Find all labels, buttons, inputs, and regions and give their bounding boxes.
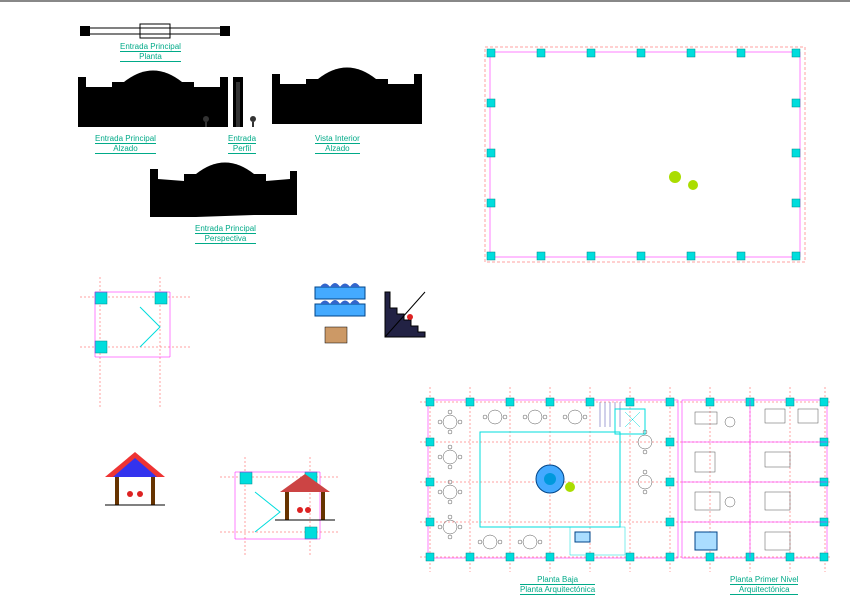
- entrance-perspective: [150, 157, 300, 222]
- entrance-interior-view: [272, 64, 422, 132]
- label-ground-floor: Planta BajaPlanta Arquitectónica: [520, 575, 595, 595]
- label-first-level: Planta Primer NivelArquitectónica: [730, 575, 798, 595]
- fountain-stair-details: [310, 282, 430, 372]
- label-profile: EntradaPerfil: [228, 134, 256, 154]
- entrance-plan-view: [80, 22, 230, 40]
- entrance-front-elevation: [78, 67, 228, 132]
- upper-floor-grid: [475, 37, 815, 272]
- label-perspective: Entrada PrincipalPerspectiva: [195, 224, 256, 244]
- entrance-profile: [233, 67, 263, 132]
- ground-floor-plan: [420, 387, 830, 582]
- kiosk-elevation-2: [275, 472, 335, 527]
- label-interior-view: Vista InteriorAlzado: [315, 134, 360, 154]
- drawing-canvas[interactable]: Entrada PrincipalPlanta Entrada Principa…: [0, 0, 850, 600]
- label-front-elevation: Entrada PrincipalAlzado: [95, 134, 156, 154]
- label-entrance-plan: Entrada PrincipalPlanta: [120, 42, 181, 62]
